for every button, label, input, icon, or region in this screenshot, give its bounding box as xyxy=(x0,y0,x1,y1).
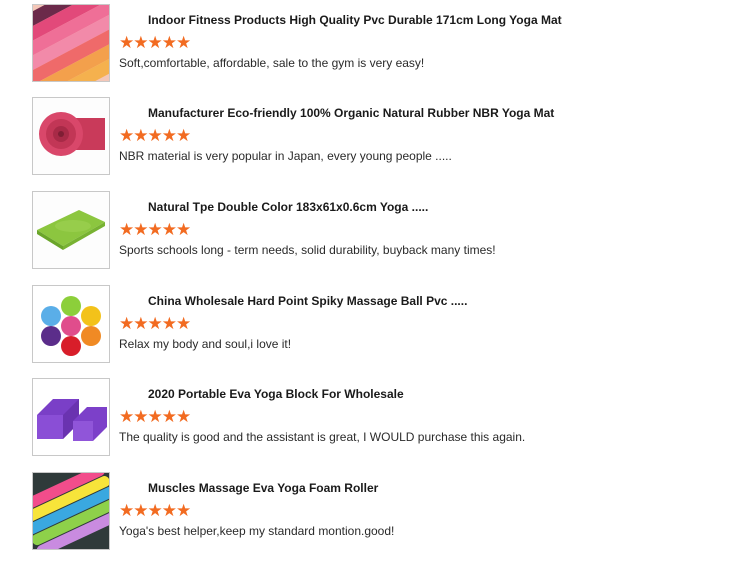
review-comment: Yoga's best helper,keep my standard mont… xyxy=(119,524,395,538)
rating-stars: ★★★★★ xyxy=(119,220,191,239)
review-comment: Soft,comfortable, affordable, sale to th… xyxy=(119,56,425,70)
review-item: Natural Tpe Double Color 183x61x0.6cm Yo… xyxy=(32,191,732,269)
product-title[interactable]: Indoor Fitness Products High Quality Pvc… xyxy=(148,13,562,27)
product-thumbnail-yoga-mats[interactable] xyxy=(32,4,110,82)
rating-stars: ★★★★★ xyxy=(119,314,191,333)
review-comment: Sports schools long - term needs, solid … xyxy=(119,243,496,257)
product-title[interactable]: Muscles Massage Eva Yoga Foam Roller xyxy=(148,481,378,495)
product-title[interactable]: Natural Tpe Double Color 183x61x0.6cm Yo… xyxy=(148,200,428,214)
review-item: Indoor Fitness Products High Quality Pvc… xyxy=(32,4,732,82)
product-title[interactable]: Manufacturer Eco-friendly 100% Organic N… xyxy=(148,106,554,120)
product-thumbnail-rubber-mat[interactable] xyxy=(32,97,110,175)
product-title[interactable]: China Wholesale Hard Point Spiky Massage… xyxy=(148,294,467,308)
product-thumbnail-massage-balls[interactable] xyxy=(32,285,110,363)
review-item: China Wholesale Hard Point Spiky Massage… xyxy=(32,285,732,363)
product-thumbnail-foam-rollers[interactable] xyxy=(32,472,110,550)
review-item: Manufacturer Eco-friendly 100% Organic N… xyxy=(32,97,732,175)
rating-stars: ★★★★★ xyxy=(119,33,191,52)
review-comment: NBR material is very popular in Japan, e… xyxy=(119,149,452,163)
rating-stars: ★★★★★ xyxy=(119,501,191,520)
product-thumbnail-tpe-mat[interactable] xyxy=(32,191,110,269)
review-item: 2020 Portable Eva Yoga Block For Wholesa… xyxy=(32,378,732,456)
rating-stars: ★★★★★ xyxy=(119,126,191,145)
rating-stars: ★★★★★ xyxy=(119,407,191,426)
review-comment: The quality is good and the assistant is… xyxy=(119,430,526,444)
product-title[interactable]: 2020 Portable Eva Yoga Block For Wholesa… xyxy=(148,387,404,401)
review-comment: Relax my body and soul,i love it! xyxy=(119,337,292,351)
review-item: Muscles Massage Eva Yoga Foam Roller ★★★… xyxy=(32,472,732,550)
product-thumbnail-yoga-blocks[interactable] xyxy=(32,378,110,456)
